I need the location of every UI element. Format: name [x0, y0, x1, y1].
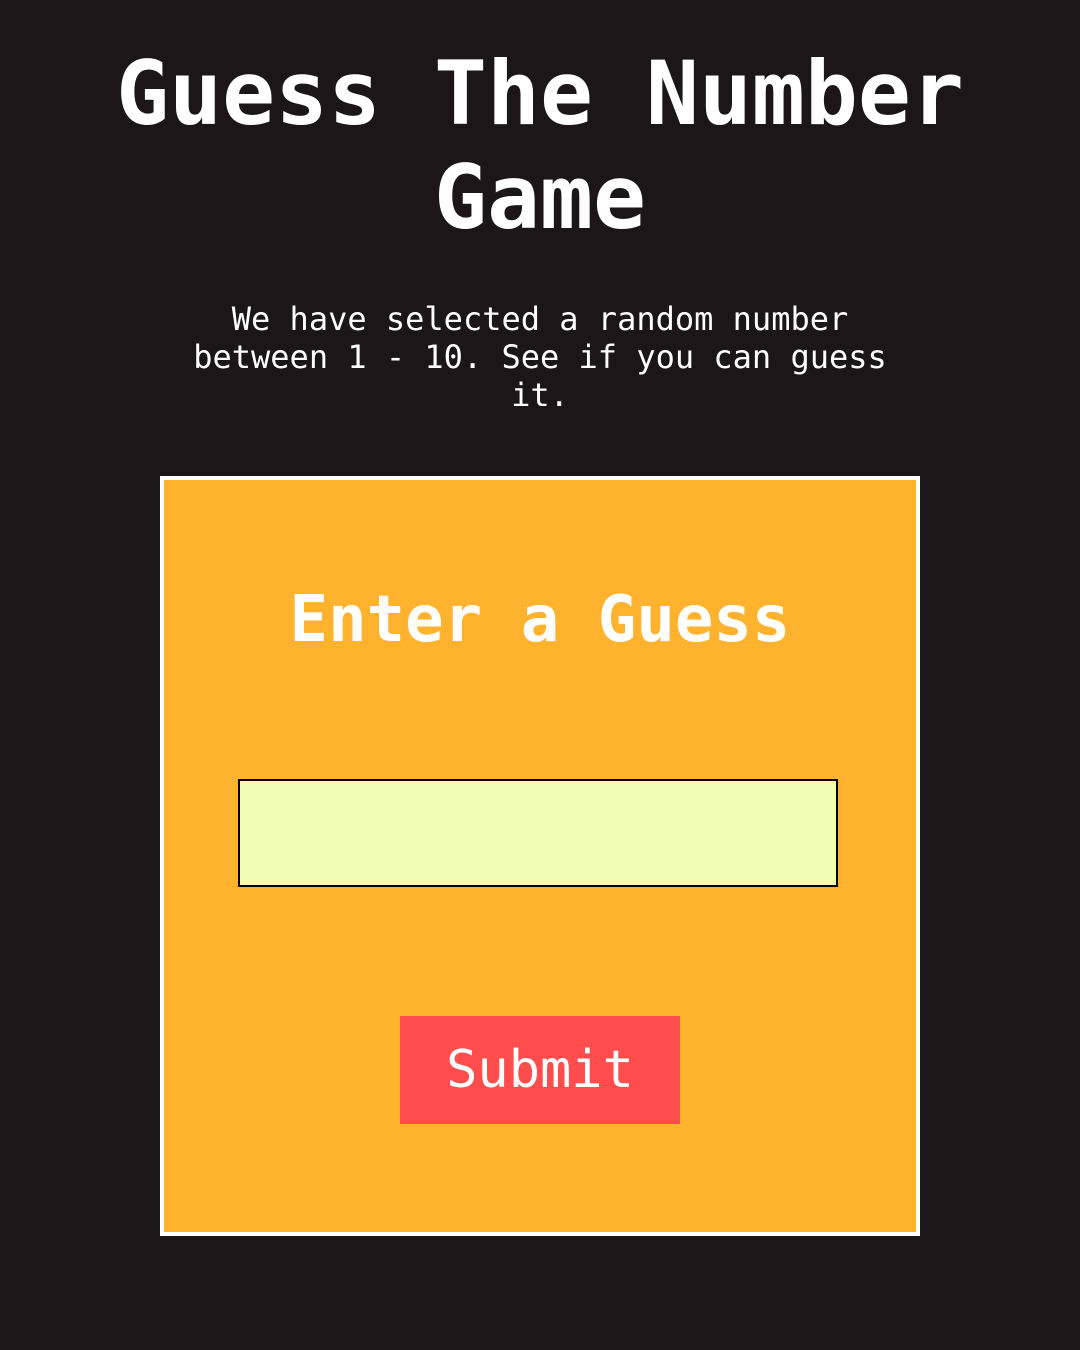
game-description: We have selected a random number between… — [193, 300, 887, 414]
guess-input[interactable] — [238, 779, 838, 887]
page-title: Guess The Number Game — [116, 42, 964, 249]
submit-button[interactable]: Submit — [400, 1016, 680, 1124]
guess-card: Enter a Guess Submit — [160, 476, 920, 1236]
guess-heading: Enter a Guess — [289, 583, 791, 657]
